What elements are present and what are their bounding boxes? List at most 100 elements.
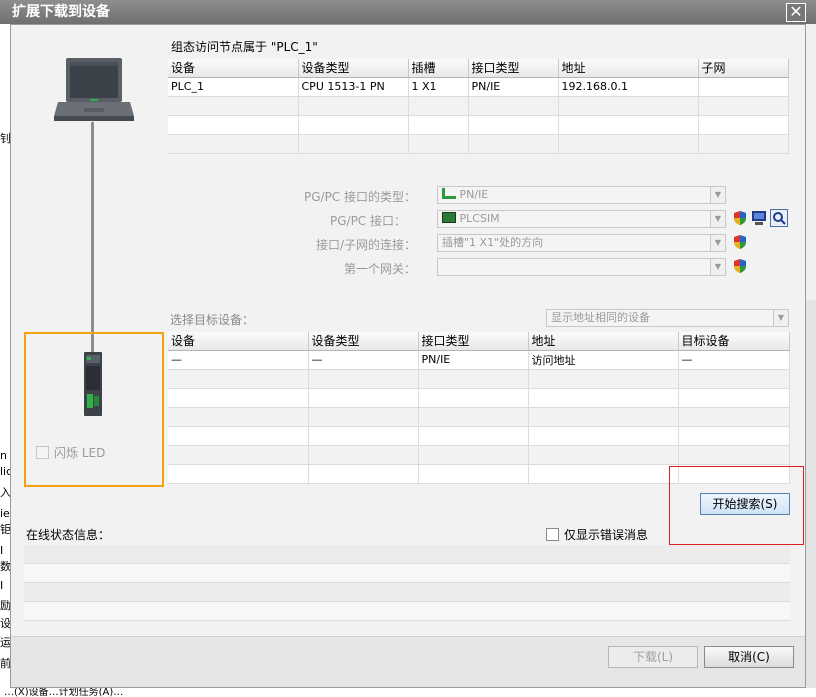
table-cell <box>168 445 309 465</box>
properties-icon[interactable] <box>751 210 767 226</box>
column-header[interactable]: 地址 <box>528 332 679 351</box>
table-cell <box>298 134 409 154</box>
chevron-down-icon[interactable]: ▼ <box>773 310 788 326</box>
online-status-label: 在线状态信息： <box>26 528 111 542</box>
errors-only-toggle[interactable]: 仅显示错误消息 <box>546 526 648 543</box>
interface-label: PG/PC 接口： <box>329 214 406 228</box>
table-cell <box>418 445 529 465</box>
table-cell <box>308 445 419 465</box>
target-device-table: 设备 设备类型 接口类型 地址 目标设备 — — PN/IE 访问地址 — <box>168 332 790 484</box>
chevron-down-icon[interactable]: ▼ <box>710 235 725 251</box>
table-cell <box>308 464 419 484</box>
interface-type-value: PN/IE <box>459 188 489 201</box>
table-cell <box>168 426 309 446</box>
table-cell <box>418 464 529 484</box>
column-header[interactable]: 子网 <box>698 59 789 78</box>
errors-only-label: 仅显示错误消息 <box>564 528 649 542</box>
list-item <box>24 602 790 621</box>
table-header-row: 设备 设备类型 接口类型 地址 目标设备 <box>168 332 790 351</box>
table-cell <box>528 369 679 389</box>
table-cell <box>678 426 790 446</box>
subnet-connection-select[interactable]: 插槽"1 X1"处的方向 ▼ <box>437 234 726 252</box>
column-header[interactable]: 设备 <box>168 332 309 351</box>
column-header[interactable]: 地址 <box>558 59 699 78</box>
column-header[interactable]: 插槽 <box>408 59 469 78</box>
table-cell: — <box>308 350 419 370</box>
table-cell <box>558 96 699 116</box>
laptop-icon <box>54 58 134 121</box>
flash-led-check[interactable] <box>36 445 49 459</box>
table-cell: — <box>168 350 309 370</box>
subnet-connection-value: 插槽"1 X1"处的方向 <box>442 236 544 249</box>
table-cell <box>528 426 679 446</box>
column-header[interactable]: 接口类型 <box>418 332 529 351</box>
flash-led-label: 闪烁 LED <box>54 445 106 460</box>
config-access-table: 设备 设备类型 插槽 接口类型 地址 子网 PLC_1 CPU 1513-1 P… <box>168 59 789 154</box>
column-header[interactable]: 接口类型 <box>468 59 559 78</box>
table-cell <box>168 115 299 135</box>
shield-icon[interactable] <box>732 234 748 250</box>
interface-type-select[interactable]: PN/IE ▼ <box>437 186 726 204</box>
background-window-bottom: …(X)设备…计划任务(A)… <box>0 688 816 697</box>
interface-select[interactable]: PLCSIM ▼ <box>437 210 726 228</box>
diagnostics-icon[interactable] <box>770 209 788 227</box>
target-filter-select[interactable]: 显示地址相同的设备 ▼ <box>546 309 789 327</box>
network-icon <box>442 188 456 199</box>
highlight-box-device <box>24 332 164 487</box>
close-button[interactable]: ✕ <box>786 3 806 22</box>
table-cell <box>698 115 789 135</box>
table-cell <box>528 445 679 465</box>
errors-only-checkbox[interactable] <box>546 528 559 541</box>
connection-cable <box>91 122 94 354</box>
column-header[interactable]: 设备类型 <box>308 332 419 351</box>
shield-icon[interactable] <box>732 258 748 274</box>
table-row[interactable]: — — PN/IE 访问地址 — <box>168 350 790 370</box>
column-header[interactable]: 设备 <box>168 59 299 78</box>
table-cell <box>408 134 469 154</box>
interface-type-label: PG/PC 接口的类型： <box>303 190 416 204</box>
table-cell <box>678 369 790 389</box>
chevron-down-icon[interactable]: ▼ <box>710 259 725 275</box>
table-row <box>168 445 790 465</box>
list-item <box>24 564 790 583</box>
table-row <box>168 388 790 408</box>
column-header[interactable]: 目标设备 <box>678 332 790 351</box>
column-header[interactable]: 设备类型 <box>298 59 409 78</box>
table-cell <box>468 115 559 135</box>
table-cell <box>168 464 309 484</box>
flash-led-checkbox[interactable]: 闪烁 LED <box>36 443 105 461</box>
download-button[interactable]: 下载(L) <box>608 646 698 668</box>
table-cell <box>558 115 699 135</box>
table-cell <box>698 96 789 116</box>
table-cell <box>308 369 419 389</box>
table-header-row: 设备 设备类型 插槽 接口类型 地址 子网 <box>168 59 789 78</box>
gateway-label: 第一个网关： <box>343 262 416 276</box>
table-cell <box>298 115 409 135</box>
table-cell <box>418 388 529 408</box>
target-filter-value: 显示地址相同的设备 <box>551 311 650 324</box>
status-message-list <box>24 545 790 621</box>
chevron-down-icon[interactable]: ▼ <box>710 211 725 227</box>
table-cell <box>298 96 409 116</box>
chevron-down-icon[interactable]: ▼ <box>710 187 725 203</box>
table-cell <box>418 407 529 427</box>
shield-icon[interactable] <box>732 210 748 226</box>
table-cell: 1 X1 <box>408 77 469 97</box>
table-cell <box>698 134 789 154</box>
table-cell: PLC_1 <box>168 77 299 97</box>
cancel-button[interactable]: 取消(C) <box>704 646 794 668</box>
gateway-select[interactable]: ▼ <box>437 258 726 276</box>
background-fragment: ie <box>0 507 10 520</box>
table-cell <box>528 464 679 484</box>
table-cell: CPU 1513-1 PN <box>298 77 409 97</box>
table-cell <box>308 388 419 408</box>
table-cell <box>168 407 309 427</box>
table-cell <box>168 96 299 116</box>
list-item <box>24 583 790 602</box>
table-cell <box>678 407 790 427</box>
table-cell <box>528 388 679 408</box>
table-row <box>168 407 790 427</box>
table-row[interactable]: PLC_1 CPU 1513-1 PN 1 X1 PN/IE 192.168.0… <box>168 77 789 97</box>
start-search-button[interactable]: 开始搜索(S) <box>700 493 790 515</box>
table-row <box>168 426 790 446</box>
